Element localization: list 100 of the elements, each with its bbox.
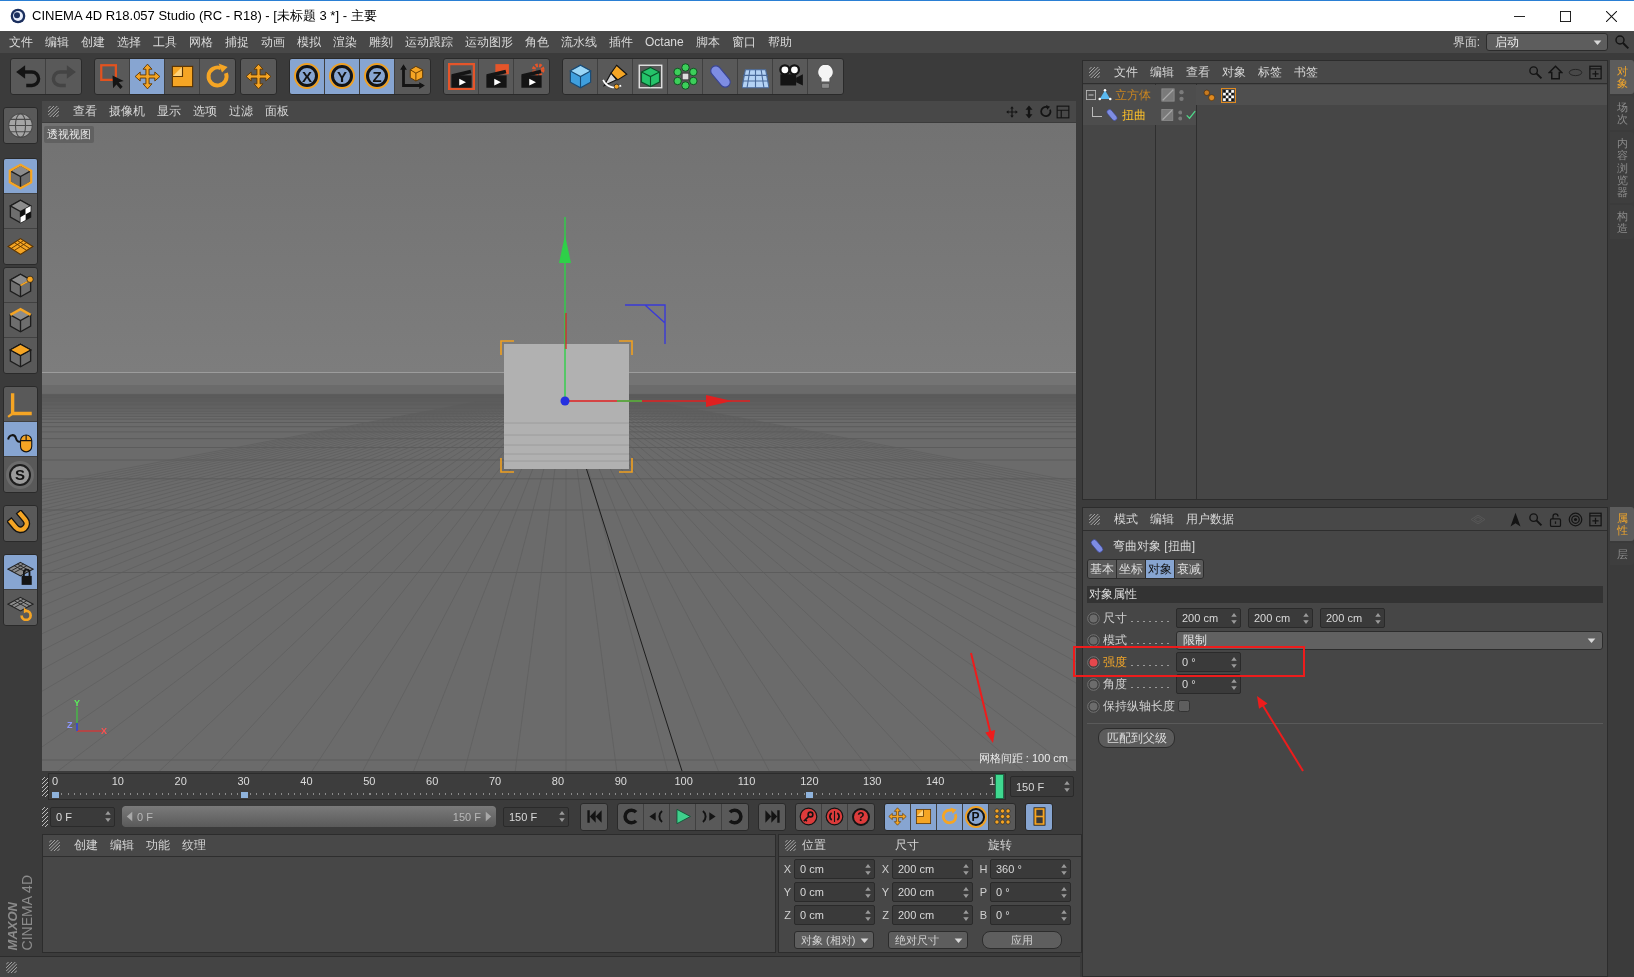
current-frame-field[interactable]: 0 F	[50, 806, 115, 827]
number-field[interactable]: 0 °	[1176, 674, 1241, 694]
layout-dropdown[interactable]: 启动	[1486, 33, 1608, 51]
menu-item[interactable]: 运动图形	[459, 31, 519, 53]
menu-item[interactable]: 流水线	[555, 31, 603, 53]
menu-item[interactable]: 对象	[1216, 62, 1252, 82]
spheres-icon[interactable]	[1203, 88, 1216, 102]
menu-item[interactable]: 动画	[255, 31, 291, 53]
animation-dot-icon[interactable]	[1087, 677, 1100, 691]
menu-item[interactable]: 模拟	[291, 31, 327, 53]
mode-dropdown[interactable]: 绝对尺寸	[888, 931, 968, 949]
snapping-button[interactable]: S	[3, 457, 37, 492]
checker-icon[interactable]	[1222, 88, 1235, 102]
check-icon[interactable]	[1186, 110, 1196, 120]
menu-item[interactable]: 面板	[259, 101, 295, 122]
number-field[interactable]: 200 cm	[892, 882, 973, 902]
menu-item[interactable]: 用户数据	[1180, 509, 1240, 529]
number-field[interactable]: 200 cm	[892, 859, 973, 879]
mode-dropdown[interactable]: 对象 (相对)	[794, 931, 874, 949]
menu-item[interactable]: 网格	[183, 31, 219, 53]
menu-item[interactable]: 渲染	[327, 31, 363, 53]
menu-item[interactable]: 帮助	[761, 31, 798, 53]
parameter-key-button[interactable]: P	[963, 803, 989, 830]
timeline-button[interactable]	[1026, 803, 1052, 830]
triangle-icon	[1098, 88, 1112, 102]
tab[interactable]: 对象	[1146, 560, 1175, 578]
apply-button[interactable]: 应用	[982, 931, 1062, 949]
mode-dropdown[interactable]: 限制	[1176, 630, 1603, 650]
menu-item[interactable]: Octane	[639, 31, 690, 53]
end-frame-field[interactable]: 150 F	[1010, 776, 1074, 797]
visibility-dots-icon[interactable]	[1179, 88, 1184, 102]
number-field[interactable]: 200 cm	[1248, 608, 1313, 628]
spinner-icon	[963, 909, 969, 921]
menu-item[interactable]: 过滤	[223, 101, 259, 122]
axis-lock-button[interactable]: Y	[325, 58, 360, 94]
number-field[interactable]: 0 cm	[794, 882, 875, 902]
playhead[interactable]	[995, 774, 1004, 799]
animation-dot-icon[interactable]	[1087, 699, 1100, 713]
scale-key-button[interactable]	[911, 803, 937, 830]
tweak-mode-button[interactable]	[3, 422, 37, 457]
checkbox[interactable]	[1178, 700, 1190, 712]
layer-square-icon[interactable]	[1161, 108, 1174, 122]
axis-lock-button[interactable]: Z	[360, 58, 395, 94]
animation-dot-icon[interactable]	[1087, 611, 1100, 625]
lock-workplane-button[interactable]	[3, 555, 37, 590]
menu-item[interactable]: 雕刻	[363, 31, 399, 53]
menu-item[interactable]: 脚本	[689, 31, 726, 53]
property-label: 模式	[1103, 631, 1127, 649]
tab[interactable]: 基本	[1088, 560, 1117, 578]
position-key-button[interactable]	[885, 803, 911, 830]
tab[interactable]: 衰减	[1175, 560, 1203, 578]
number-field[interactable]: 0 cm	[794, 859, 875, 879]
axis-lock-button[interactable]: X	[290, 58, 325, 94]
menu-item[interactable]: 纹理	[176, 835, 212, 856]
menu-item[interactable]: 摄像机	[103, 101, 151, 122]
menu-item[interactable]: 角色	[519, 31, 555, 53]
max-frame-field[interactable]: 150 F	[503, 806, 569, 827]
key-selection-button[interactable]: ?	[848, 803, 874, 830]
menu-item[interactable]: 编辑	[1144, 509, 1180, 529]
menu-item[interactable]: 查看	[67, 101, 103, 122]
number-field[interactable]: 0 °	[990, 905, 1071, 925]
menu-item[interactable]: 选项	[187, 101, 223, 122]
rotation-key-button[interactable]	[937, 803, 963, 830]
menu-item[interactable]: 窗口	[725, 31, 762, 53]
number-field[interactable]: 360 °	[990, 859, 1071, 879]
menu-item[interactable]: 捕捉	[219, 31, 255, 53]
menu-item[interactable]: 模式	[1108, 509, 1144, 529]
number-field[interactable]: 0 °	[990, 882, 1071, 902]
menu-item[interactable]: 显示	[151, 101, 187, 122]
menu-item[interactable]: 书签	[1288, 62, 1324, 82]
menu-item[interactable]: 查看	[1180, 62, 1216, 82]
number-field[interactable]: 200 cm	[1320, 608, 1385, 628]
animation-dot-icon[interactable]	[1087, 633, 1100, 647]
menu-item[interactable]: 创建	[75, 31, 111, 53]
menu-item[interactable]: 运动跟踪	[399, 31, 459, 53]
visibility-dots-icon[interactable]	[1177, 108, 1183, 122]
menu-item[interactable]: 工具	[147, 31, 183, 53]
spinner-icon	[865, 863, 871, 875]
menu-item[interactable]: 创建	[68, 835, 104, 856]
timeline-ruler[interactable]: 0 10 20 30 40 50 60 70 80 90 100 110 120 130 140 1	[48, 773, 1006, 800]
collapse-icon[interactable]	[1086, 90, 1096, 100]
model-mode-button[interactable]	[3, 159, 37, 194]
move-tool-button[interactable]	[130, 58, 165, 94]
number-field[interactable]: 200 cm	[1176, 608, 1241, 628]
menu-item[interactable]: 编辑	[1144, 62, 1180, 82]
number-field[interactable]: 200 cm	[892, 905, 973, 925]
tab[interactable]: 坐标	[1117, 560, 1146, 578]
menu-item[interactable]: 标签	[1252, 62, 1288, 82]
menu-item[interactable]: 文件	[1108, 62, 1144, 82]
menu-item[interactable]: 功能	[140, 835, 176, 856]
side-tab[interactable]: 属性	[1610, 507, 1634, 542]
menu-item[interactable]: 插件	[603, 31, 639, 53]
animation-dot-icon[interactable]	[1087, 655, 1100, 669]
menu-item[interactable]: 选择	[111, 31, 147, 53]
menu-item[interactable]: 文件	[3, 31, 39, 53]
number-field[interactable]: 0 cm	[794, 905, 875, 925]
menu-item[interactable]: 编辑	[39, 31, 75, 53]
number-field[interactable]: 0 °	[1176, 652, 1241, 672]
match-parent-button[interactable]: 匹配到父级	[1098, 728, 1175, 748]
menu-item[interactable]: 编辑	[104, 835, 140, 856]
